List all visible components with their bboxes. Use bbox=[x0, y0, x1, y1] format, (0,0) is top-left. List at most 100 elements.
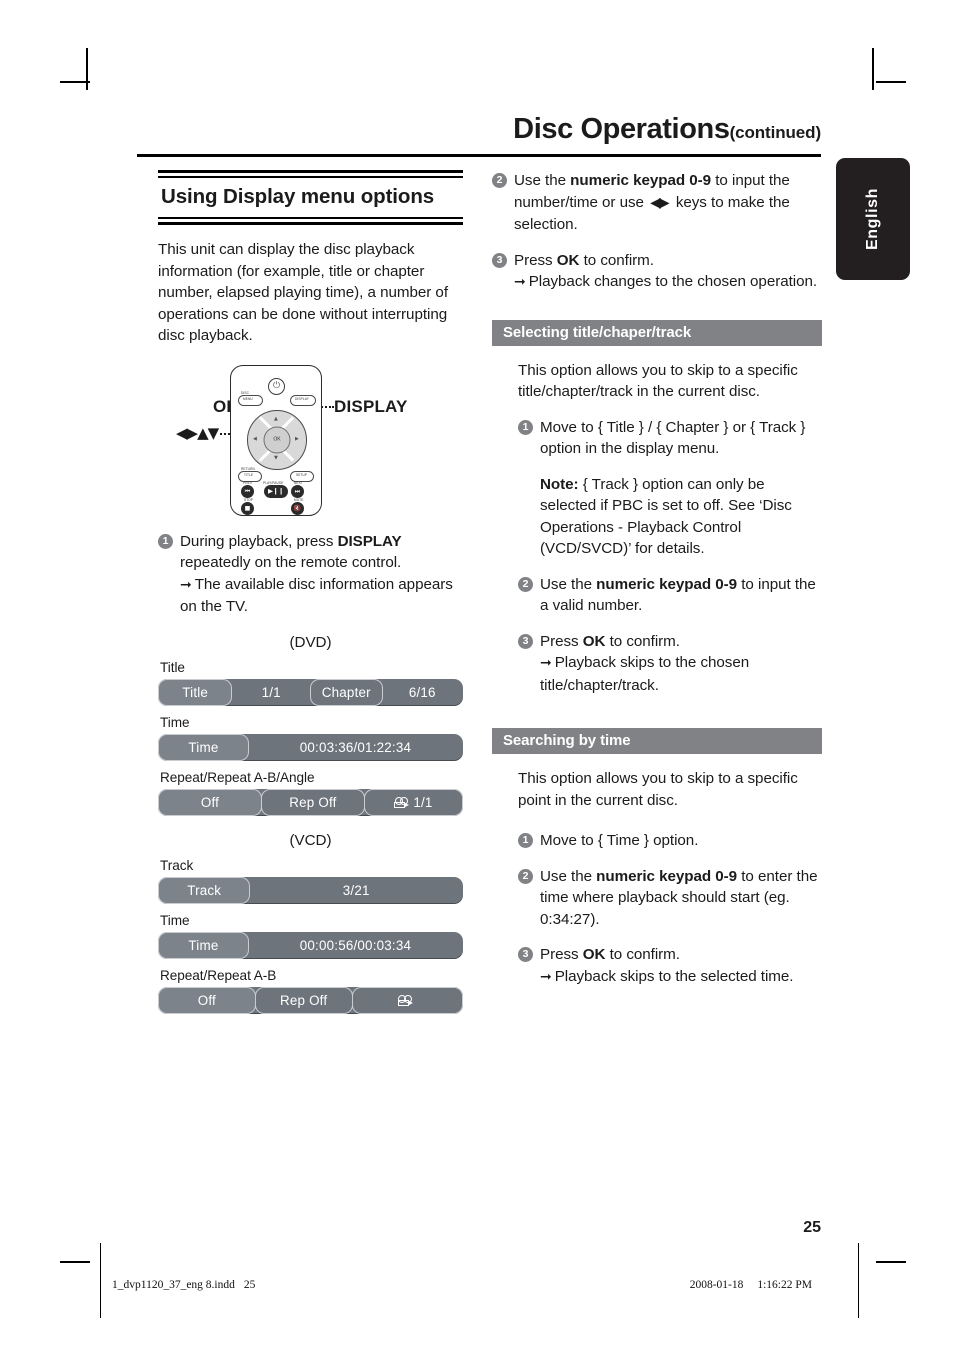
osd-segment[interactable]: Rep Off bbox=[254, 986, 353, 1014]
selecting-note: Note: { Track } option can only be selec… bbox=[540, 474, 822, 560]
dpad-left-icon: ◀ bbox=[253, 435, 257, 442]
osd-bar: Time 00:03:36/01:22:34 bbox=[158, 733, 463, 761]
osd-row-caption: Time bbox=[160, 912, 190, 928]
result-arrow-icon: ➞ bbox=[540, 655, 552, 671]
osd-segment[interactable]: Chapter bbox=[310, 678, 383, 706]
step-number: 2 bbox=[518, 868, 533, 884]
osd-segment-label: Rep Off bbox=[289, 794, 337, 810]
printer-footer: 1_dvp1120_37_eng 8.indd 25 2008-01-18 1:16… bbox=[112, 1279, 812, 1291]
step-result: ➞ The available disc information appears … bbox=[180, 574, 463, 618]
step-result-text: Playback changes to the chosen operation… bbox=[528, 273, 818, 290]
step-result: ➞ Playback skips to the selected time. bbox=[540, 966, 822, 989]
right-step-2: 2 Use the numeric keypad 0-9 to input the… bbox=[492, 170, 822, 236]
osd-segment[interactable]: Track bbox=[158, 876, 251, 904]
osd-row-caption: Time bbox=[160, 714, 190, 730]
step-text-after: repeatedly on the remote control. bbox=[180, 554, 402, 571]
searching-step-3: 3 Press OK to confirm. ➞ Playback skips to… bbox=[518, 944, 822, 988]
callout-arrows-label: ◀▶▲▼ bbox=[176, 423, 219, 442]
searching-intro: This option allows you to skip to a spec… bbox=[518, 770, 798, 809]
osd-bar: Time 00:00:56/00:03:34 bbox=[158, 931, 463, 959]
step-result: ➞ Playback skips to the chosen title/chap… bbox=[540, 652, 822, 696]
footer-time: 1:16:22 PM bbox=[757, 1279, 812, 1291]
osd-segment[interactable]: Title bbox=[158, 678, 233, 706]
step-result-text: Playback skips to the selected time. bbox=[554, 967, 794, 985]
step-text: Move to { Title } / { Chapter } or { Tra… bbox=[540, 418, 806, 458]
step-bold-keypad: numeric keypad 0-9 bbox=[596, 575, 738, 593]
osd-segment[interactable]: Time bbox=[158, 931, 249, 959]
osd-bar: Title 1/1 Chapter 6/16 bbox=[158, 678, 463, 706]
step-number: 3 bbox=[518, 947, 533, 962]
step-bold-keypad: numeric keypad 0-9 bbox=[596, 867, 738, 885]
step-result-text: The available disc information appears o… bbox=[180, 575, 453, 616]
step-bold-ok: OK bbox=[556, 251, 580, 269]
mute-button: 🔇 bbox=[291, 501, 304, 515]
osd-examples: (DVD) Title Title 1/1 Chapter 6/16 Time Time 00:… bbox=[158, 634, 463, 1014]
return-caption: RETURN bbox=[241, 466, 255, 471]
crop-mark-bottom-left-horizontal bbox=[60, 1261, 90, 1263]
disc-menu-caption: DISC bbox=[241, 390, 250, 395]
osd-segment[interactable]: 1/1 bbox=[231, 679, 311, 706]
osd-segment-label: Off bbox=[200, 794, 220, 810]
subsection-header-selecting: Selecting title/chaper/track bbox=[492, 319, 822, 346]
osd-disc-type-label: (DVD) bbox=[289, 633, 332, 651]
osd-segment-label: Track bbox=[187, 882, 222, 898]
power-button-icon bbox=[268, 377, 285, 395]
step-text-before: During playback, press bbox=[180, 532, 338, 550]
page-number: 25 bbox=[803, 1219, 821, 1236]
osd-segment[interactable]: 1/1 bbox=[363, 788, 463, 816]
step-result-text: Playback skips to the chosen title/chapt… bbox=[540, 654, 750, 694]
osd-segment-label: Chapter bbox=[321, 684, 371, 700]
osd-segment[interactable]: 00:00:56/00:03:34 bbox=[248, 932, 463, 959]
play-pause-button: ▶❙❙ bbox=[264, 484, 288, 498]
step-text-a: Use the bbox=[540, 575, 597, 593]
step-number: 1 bbox=[518, 833, 533, 848]
step-number: 1 bbox=[158, 533, 173, 549]
osd-segment-label: 1/1 bbox=[261, 684, 281, 700]
step-number: 3 bbox=[492, 252, 507, 268]
osd-segment[interactable]: 3/21 bbox=[249, 877, 463, 904]
osd-group: (DVD) Title Title 1/1 Chapter 6/16 Time Time 00:… bbox=[158, 634, 463, 816]
footer-date: 2008-01-18 bbox=[689, 1279, 744, 1291]
step-text-a: Press bbox=[514, 251, 557, 269]
step-result: ➞ Playback changes to the chosen operatio… bbox=[514, 271, 822, 294]
disc-menu-button-text: MENU bbox=[243, 396, 253, 401]
remote-control-illustration: OK ◀▶▲▼ DISPLAY DISC MENU DISPLAY ▲ bbox=[158, 364, 463, 517]
subsection-body-searching: This option allows you to skip to a spec… bbox=[518, 768, 822, 988]
step-text-b: to confirm. bbox=[605, 632, 680, 650]
page-title: Disc Operations bbox=[513, 113, 730, 145]
callout-display-label: DISPLAY bbox=[334, 396, 408, 416]
step-text-b: to confirm. bbox=[605, 946, 680, 963]
selecting-step-3: 3 Press OK to confirm. ➞ Playback skips to… bbox=[518, 631, 822, 697]
osd-segment[interactable]: Time bbox=[158, 733, 249, 761]
next-button: ⏭ bbox=[291, 484, 304, 498]
crop-mark-top-left-vertical bbox=[86, 48, 88, 90]
section-heading-block: Using Display menu options bbox=[158, 170, 463, 225]
dpad-down-icon: ▼ bbox=[274, 454, 278, 461]
osd-segment[interactable]: Off bbox=[158, 986, 256, 1014]
osd-segment-label: 6/16 bbox=[408, 684, 436, 700]
osd-segment[interactable]: Off bbox=[158, 788, 262, 816]
step-bold-ok: OK bbox=[582, 632, 606, 650]
step-number: 2 bbox=[492, 173, 507, 188]
osd-segment[interactable] bbox=[351, 986, 463, 1014]
step-number: 1 bbox=[518, 419, 533, 435]
stop-button: ■ bbox=[241, 501, 254, 515]
next-caption: NEXT bbox=[294, 480, 303, 485]
step-number: 2 bbox=[518, 576, 533, 592]
step-text-b: to confirm. bbox=[579, 251, 654, 269]
selecting-step-1: 1 Move to { Title } / { Chapter } or { Tr… bbox=[518, 417, 822, 460]
osd-segment[interactable]: Rep Off bbox=[260, 788, 365, 816]
camera-angle-icon bbox=[394, 796, 410, 808]
osd-segment-label: Off bbox=[197, 992, 216, 1008]
osd-segment[interactable]: 00:03:36/01:22:34 bbox=[248, 734, 463, 761]
camera-angle-icon bbox=[397, 994, 413, 1006]
osd-segment-label: Time bbox=[188, 937, 219, 953]
osd-segment[interactable]: 6/16 bbox=[382, 679, 463, 706]
osd-bar: Off Rep Off 1/1 bbox=[158, 788, 463, 816]
osd-bar: Track 3/21 bbox=[158, 876, 463, 904]
step-bold-keypad: numeric keypad 0-9 bbox=[570, 172, 712, 189]
osd-segment-label: Title bbox=[182, 684, 209, 700]
osd-bar: Off Rep Off bbox=[158, 986, 463, 1014]
osd-segment-label: Time bbox=[188, 739, 219, 755]
subsection-header-searching: Searching by time bbox=[492, 728, 822, 754]
